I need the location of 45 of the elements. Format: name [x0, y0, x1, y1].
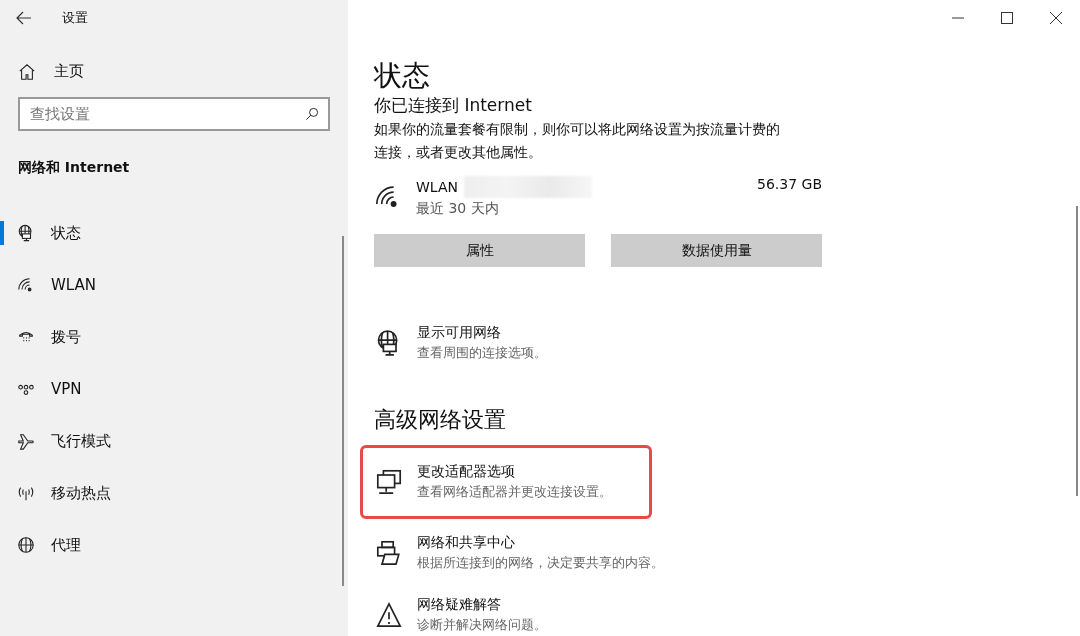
- nav-item[interactable]: 拨号: [0, 325, 348, 349]
- section-heading: 高级网络设置: [374, 406, 507, 434]
- scrollbar[interactable]: [1076, 206, 1078, 496]
- close-icon: [1049, 11, 1063, 25]
- nav-item[interactable]: 飞行模式: [0, 429, 348, 453]
- wifi-icon: [17, 276, 35, 294]
- airplane-icon: [17, 432, 35, 450]
- link-description: 查看网络适配器并更改连接设置。: [417, 483, 612, 501]
- settings-link[interactable]: 网络和共享中心 根据所连接到的网络，决定要共享的内容。: [360, 525, 1080, 581]
- connection-status: 你已连接到 Internet: [374, 96, 533, 114]
- nav-item[interactable]: 代理: [0, 533, 348, 557]
- window-title: 设置: [62, 9, 88, 27]
- globe-monitor-icon: [17, 224, 35, 242]
- link-title: 更改适配器选项: [417, 463, 516, 481]
- search-field[interactable]: 查找设置: [18, 97, 330, 131]
- home-nav-item[interactable]: 主页: [18, 62, 348, 81]
- link-title: 显示可用网络: [417, 324, 502, 342]
- nav-item[interactable]: WLAN: [0, 273, 348, 297]
- link-description: 查看周围的连接选项。: [417, 344, 547, 362]
- link-description: 诊断并解决网络问题。: [417, 616, 547, 634]
- section-heading: 网络和 Internet: [18, 159, 131, 177]
- settings-link[interactable]: 更改适配器选项 查看网络适配器并更改连接设置。: [360, 445, 652, 519]
- globe-icon: [17, 536, 35, 554]
- nav-item[interactable]: 移动热点: [0, 481, 348, 505]
- maximize-icon: [1000, 11, 1014, 25]
- scrollbar[interactable]: [342, 236, 344, 586]
- settings-link[interactable]: 显示可用网络 查看周围的连接选项。: [360, 315, 562, 371]
- page-title: 状态: [374, 58, 431, 94]
- usage-period: 最近 30 天内: [416, 200, 500, 218]
- settings-link[interactable]: 网络疑难解答 诊断并解决网络问题。: [360, 587, 1080, 636]
- network-name: WLAN: [416, 179, 458, 195]
- data-usage: 56.37 GB: [757, 176, 822, 192]
- link-description: 根据所连接到的网络，决定要共享的内容。: [417, 554, 664, 572]
- link-title: 网络和共享中心: [417, 534, 516, 552]
- search-icon: [304, 106, 320, 122]
- nav-item[interactable]: VPN: [0, 377, 348, 401]
- printer-folder-icon: [375, 539, 403, 567]
- description-text: 如果你的流量套餐有限制，则你可以将此网络设置为按流量计费的连接，或者更改其他属性。: [374, 120, 781, 162]
- action-button[interactable]: 属性: [374, 234, 585, 267]
- home-icon: [18, 62, 36, 81]
- warning-icon: [375, 601, 403, 629]
- link-title: 网络疑难解答: [417, 596, 502, 614]
- back-arrow-icon[interactable]: [16, 11, 32, 25]
- monitor-icon: [375, 468, 403, 496]
- action-button[interactable]: 数据使用量: [611, 234, 822, 267]
